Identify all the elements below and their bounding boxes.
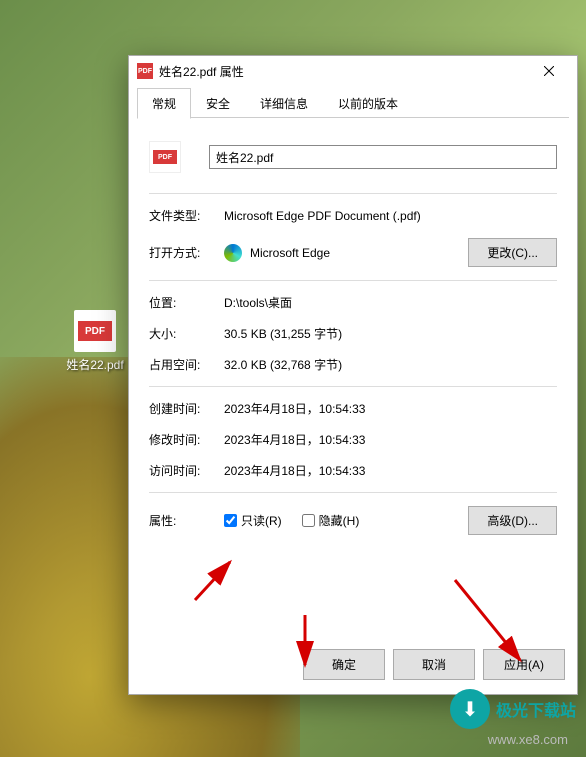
dialog-title: 姓名22.pdf 属性 — [159, 63, 529, 80]
hidden-checkbox-wrap[interactable]: 隐藏(H) — [302, 512, 360, 529]
divider — [149, 492, 557, 493]
close-button[interactable] — [529, 57, 569, 85]
readonly-label: 只读(R) — [241, 512, 282, 529]
readonly-checkbox[interactable] — [224, 514, 237, 527]
divider — [149, 193, 557, 194]
open-with-label: 打开方式: — [149, 244, 224, 261]
tab-security[interactable]: 安全 — [191, 88, 245, 118]
pdf-icon: PDF — [137, 63, 153, 79]
hidden-label: 隐藏(H) — [319, 512, 360, 529]
accessed-label: 访问时间: — [149, 462, 224, 479]
properties-dialog: PDF 姓名22.pdf 属性 常规 安全 详细信息 以前的版本 PDF 文件类… — [128, 55, 578, 695]
pdf-badge: PDF — [78, 321, 112, 341]
edge-icon — [224, 244, 242, 262]
tabs-bar: 常规 安全 详细信息 以前的版本 — [129, 88, 577, 118]
watermark-url: www.xe8.com — [488, 732, 568, 747]
close-icon — [544, 66, 554, 76]
watermark-logo-icon: ⬇ — [450, 689, 490, 729]
divider — [149, 280, 557, 281]
dialog-buttons: 确定 取消 应用(A) — [129, 635, 577, 694]
location-value: D:\tools\桌面 — [224, 294, 557, 311]
tab-previous-versions[interactable]: 以前的版本 — [323, 88, 413, 118]
cancel-button[interactable]: 取消 — [393, 649, 475, 680]
desktop-file-label: 姓名22.pdf — [66, 356, 123, 373]
watermark: ⬇ 极光下载站 — [450, 689, 576, 729]
filename-input[interactable] — [209, 145, 557, 169]
pdf-badge: PDF — [153, 150, 177, 164]
size-on-disk-value: 32.0 KB (32,768 字节) — [224, 356, 557, 373]
created-value: 2023年4月18日，10:54:33 — [224, 400, 557, 417]
attributes-label: 属性: — [149, 512, 224, 529]
ok-button[interactable]: 确定 — [303, 649, 385, 680]
apply-button[interactable]: 应用(A) — [483, 649, 565, 680]
pdf-icon: PDF — [149, 141, 181, 173]
divider — [149, 386, 557, 387]
size-value: 30.5 KB (31,255 字节) — [224, 325, 557, 342]
dialog-content: PDF 文件类型: Microsoft Edge PDF Document (.… — [129, 118, 577, 635]
tab-general[interactable]: 常规 — [137, 88, 191, 119]
modified-label: 修改时间: — [149, 431, 224, 448]
title-bar[interactable]: PDF 姓名22.pdf 属性 — [129, 56, 577, 86]
file-type-label: 文件类型: — [149, 207, 224, 224]
modified-value: 2023年4月18日，10:54:33 — [224, 431, 557, 448]
created-label: 创建时间: — [149, 400, 224, 417]
hidden-checkbox[interactable] — [302, 514, 315, 527]
size-label: 大小: — [149, 325, 224, 342]
file-type-value: Microsoft Edge PDF Document (.pdf) — [224, 209, 557, 223]
tab-details[interactable]: 详细信息 — [245, 88, 323, 118]
readonly-checkbox-wrap[interactable]: 只读(R) — [224, 512, 282, 529]
advanced-button[interactable]: 高级(D)... — [468, 506, 557, 535]
pdf-icon: PDF — [74, 310, 116, 352]
location-label: 位置: — [149, 294, 224, 311]
open-with-value: Microsoft Edge — [250, 246, 330, 260]
desktop-file-icon[interactable]: PDF 姓名22.pdf — [65, 310, 125, 373]
size-on-disk-label: 占用空间: — [149, 356, 224, 373]
change-button[interactable]: 更改(C)... — [468, 238, 557, 267]
accessed-value: 2023年4月18日，10:54:33 — [224, 462, 557, 479]
watermark-text: 极光下载站 — [496, 697, 576, 721]
desktop-background: PDF 姓名22.pdf PDF 姓名22.pdf 属性 常规 安全 详细信息 … — [0, 0, 586, 757]
